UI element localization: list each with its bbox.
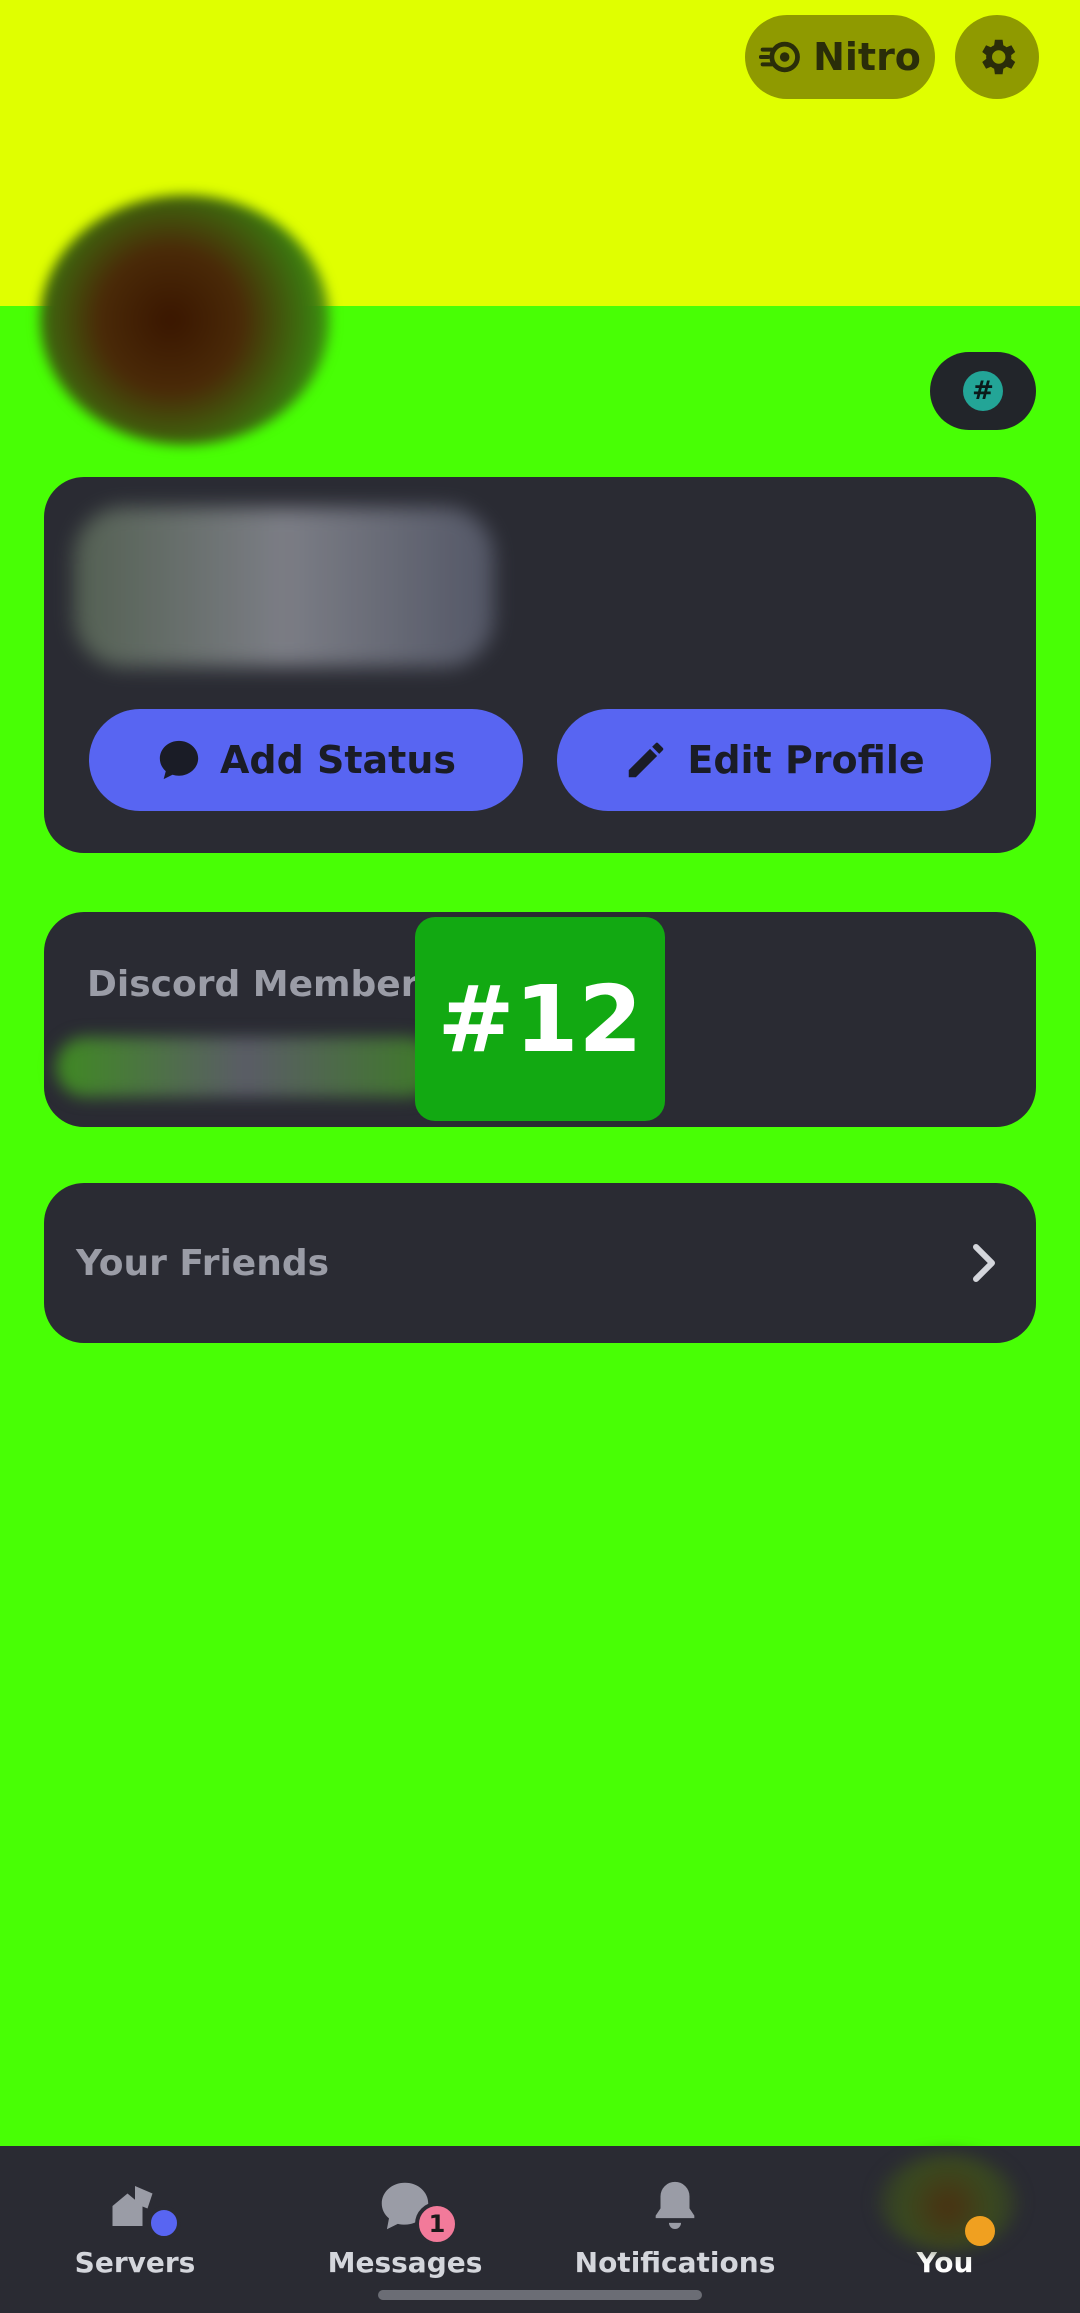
settings-button[interactable] [955,15,1039,99]
nitro-button[interactable]: Nitro [745,15,935,99]
nitro-icon [759,41,800,73]
hash-icon: # [963,371,1003,411]
step-tag: #12 [415,917,665,1121]
nav-servers-label: Servers [74,2246,196,2279]
edit-profile-label: Edit Profile [687,738,925,782]
chevron-right-icon [973,1244,995,1282]
messages-icon: 1 [365,2174,459,2246]
nav-messages[interactable]: 1 Messages [270,2146,540,2313]
your-friends-label: Your Friends [76,1243,330,1284]
unread-dot [147,2206,181,2240]
nav-you-label: You [916,2246,974,2279]
pencil-icon [629,742,664,778]
nitro-label: Nitro [813,35,921,79]
edit-profile-button[interactable]: Edit Profile [557,709,991,811]
home-indicator [378,2290,702,2300]
nav-you[interactable]: You [810,2146,1080,2313]
add-status-button[interactable]: Add Status [89,709,523,811]
nav-messages-label: Messages [327,2246,483,2279]
messages-badge: 1 [415,2202,459,2246]
nav-notifications[interactable]: Notifications [540,2146,810,2313]
nav-servers[interactable]: Servers [0,2146,270,2313]
bottom-navigation: Servers 1 Messages Notifications You [0,2146,1080,2313]
profile-card: Add Status Edit Profile [44,477,1036,853]
profile-badge[interactable]: # [930,352,1036,430]
add-status-label: Add Status [219,738,457,782]
your-friends-row[interactable]: Your Friends [44,1183,1036,1343]
profile-avatar[interactable] [40,195,330,445]
member-since-date-redacted [56,1037,436,1097]
servers-icon [95,2174,181,2240]
nav-notifications-label: Notifications [574,2246,776,2279]
gear-icon [982,39,1016,75]
chat-bubble-icon [159,740,199,780]
bell-icon [635,2174,715,2238]
username-redacted [74,507,494,667]
